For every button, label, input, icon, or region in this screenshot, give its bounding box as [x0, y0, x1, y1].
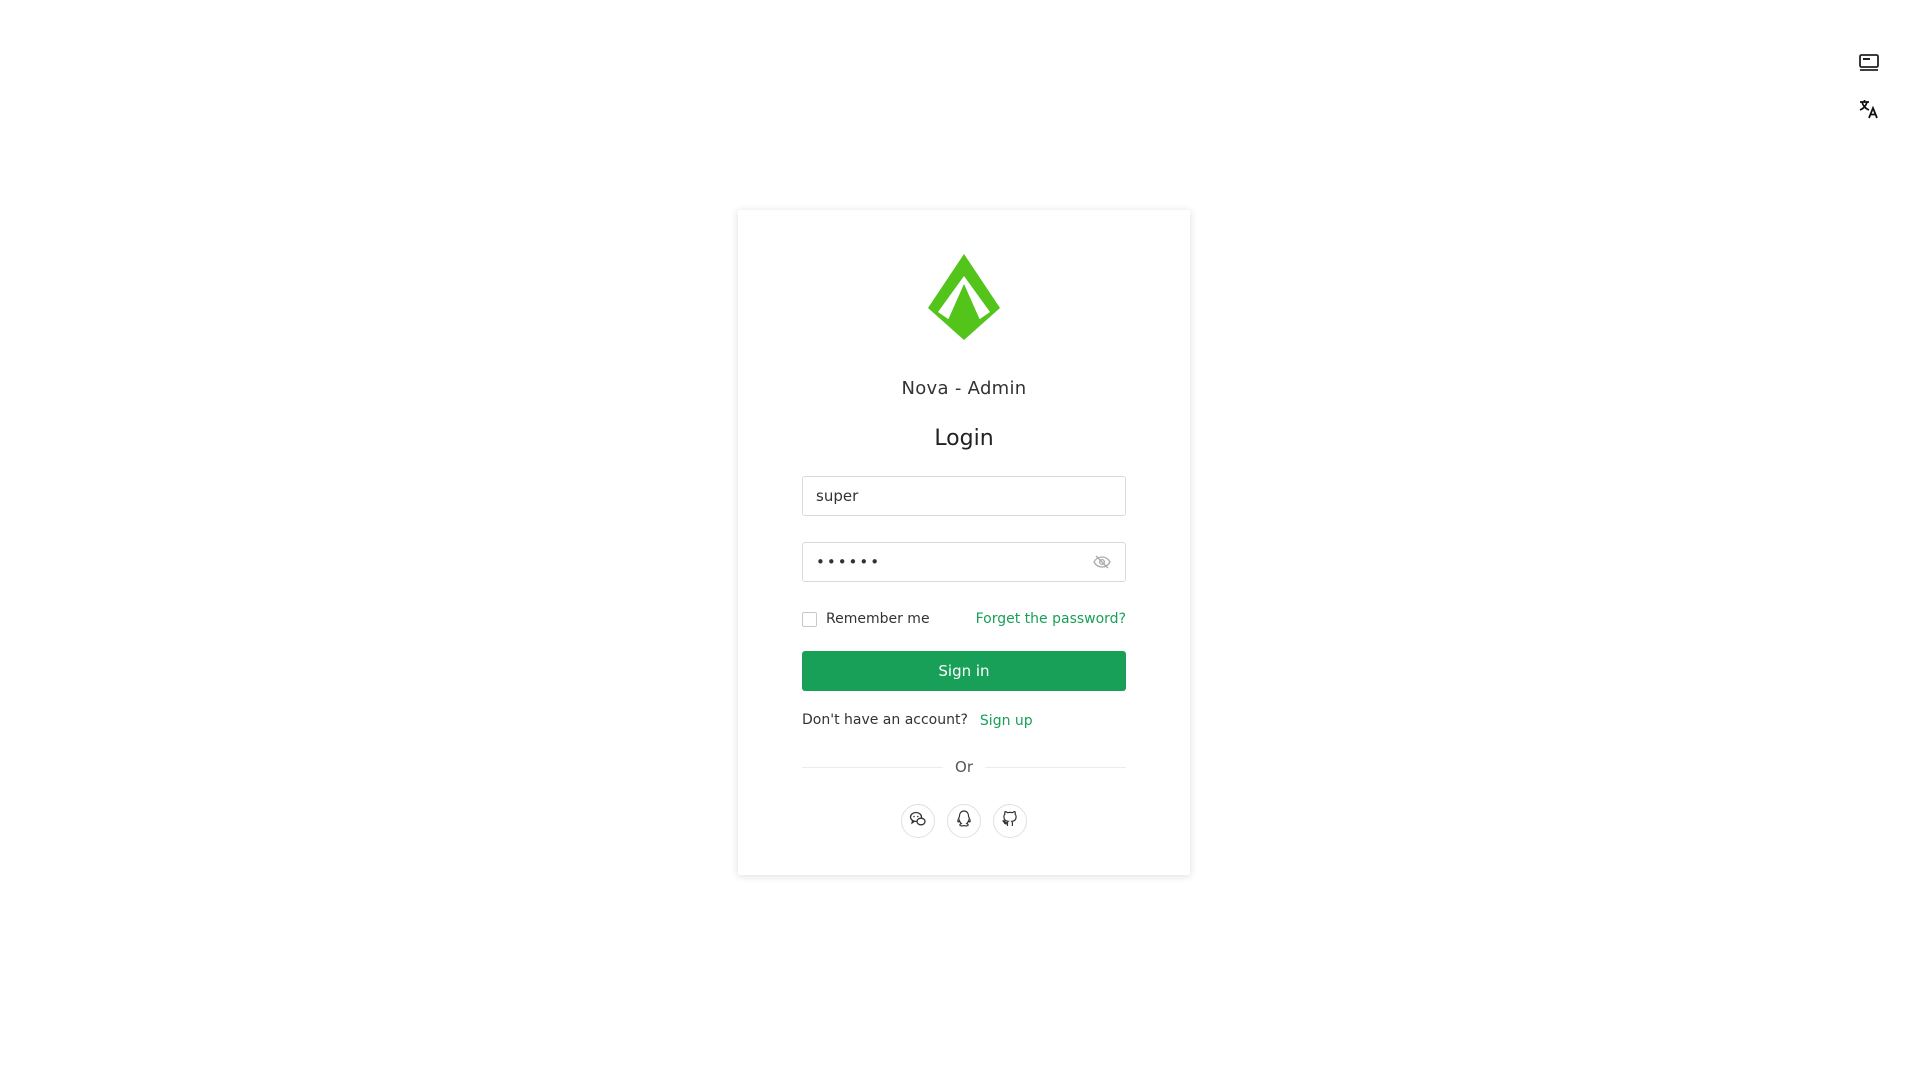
- divider-text: Or: [955, 758, 973, 776]
- wechat-icon: [909, 810, 927, 832]
- social-login-row: [738, 804, 1190, 838]
- language-button[interactable]: [1854, 96, 1884, 126]
- eye-off-icon[interactable]: [1092, 552, 1112, 572]
- login-heading: Login: [934, 426, 994, 451]
- translate-icon: [1858, 98, 1880, 124]
- github-icon: [1002, 811, 1018, 831]
- top-right-toolbar: [1854, 50, 1884, 142]
- github-login-button[interactable]: [993, 804, 1027, 838]
- qq-login-button[interactable]: [947, 804, 981, 838]
- login-card: Nova - Admin Login •••••• Remember me Fo…: [738, 210, 1190, 875]
- or-divider: Or: [802, 758, 1127, 776]
- password-input[interactable]: ••••••: [816, 553, 1092, 571]
- checkbox-box[interactable]: [802, 611, 817, 627]
- remember-me-checkbox[interactable]: Remember me: [802, 611, 930, 627]
- screen-mode-button[interactable]: [1854, 50, 1884, 80]
- login-options: Remember me Forget the password?: [802, 609, 1126, 629]
- signup-row: Don't have an account? Sign up: [802, 712, 1126, 729]
- forgot-password-link[interactable]: Forget the password?: [976, 611, 1126, 627]
- signup-prompt: Don't have an account?: [802, 712, 968, 728]
- remember-me-label: Remember me: [826, 611, 930, 627]
- sign-in-button[interactable]: Sign in: [802, 651, 1126, 691]
- app-title: Nova - Admin: [901, 378, 1027, 399]
- username-field[interactable]: [802, 476, 1126, 516]
- divider-line-right: [985, 766, 1127, 768]
- wechat-login-button[interactable]: [901, 804, 935, 838]
- password-field[interactable]: ••••••: [802, 542, 1126, 582]
- sign-up-link[interactable]: Sign up: [980, 713, 1033, 729]
- username-input[interactable]: [816, 487, 1112, 505]
- app-logo: [928, 254, 1000, 340]
- divider-line-left: [802, 766, 944, 768]
- monitor-icon: [1858, 53, 1880, 77]
- qq-icon: [956, 810, 972, 832]
